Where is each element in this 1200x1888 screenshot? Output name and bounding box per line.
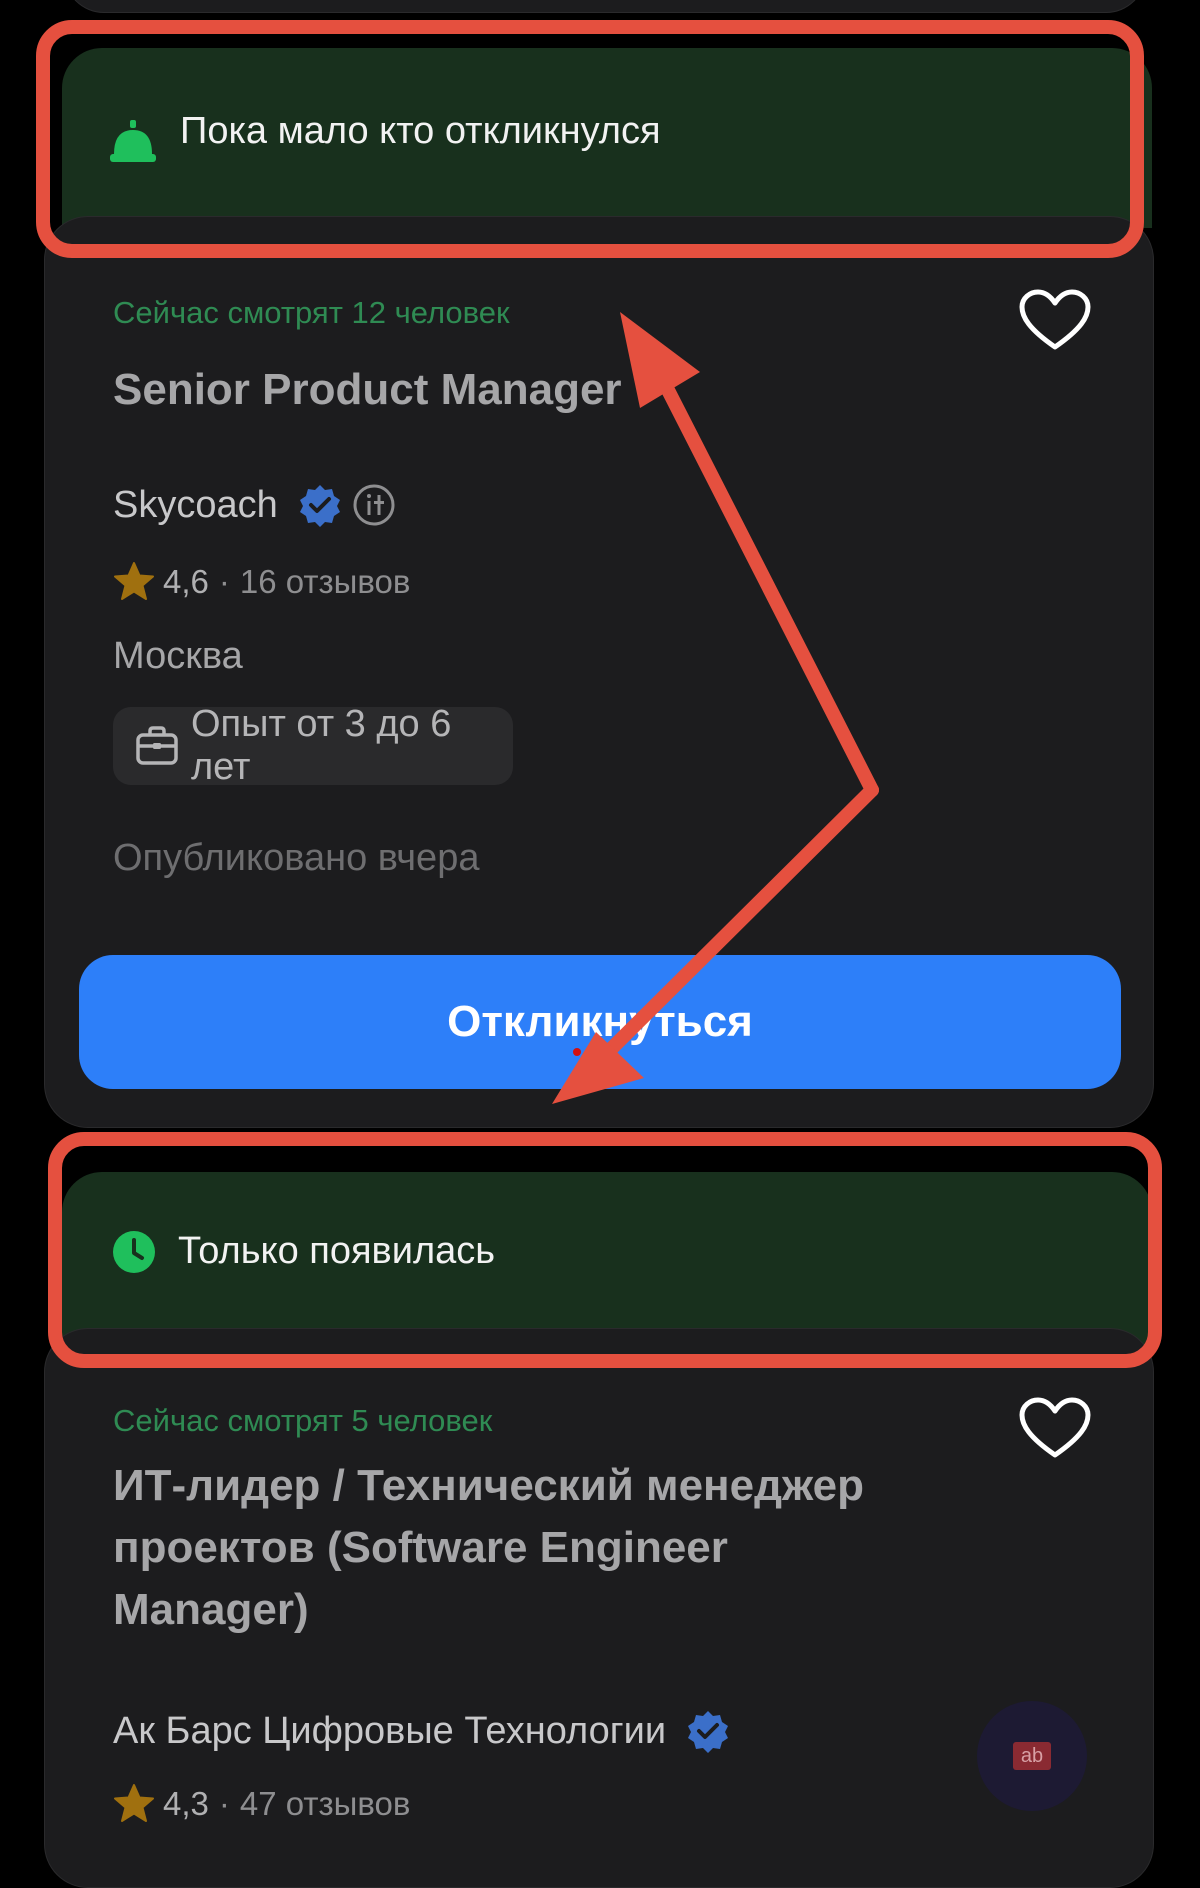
annotation-arrows xyxy=(552,312,879,1104)
arrow-line xyxy=(593,383,879,1067)
arrow-head-down xyxy=(552,1032,644,1104)
cursor-dot xyxy=(573,1048,581,1056)
arrow-head-up xyxy=(620,312,700,408)
